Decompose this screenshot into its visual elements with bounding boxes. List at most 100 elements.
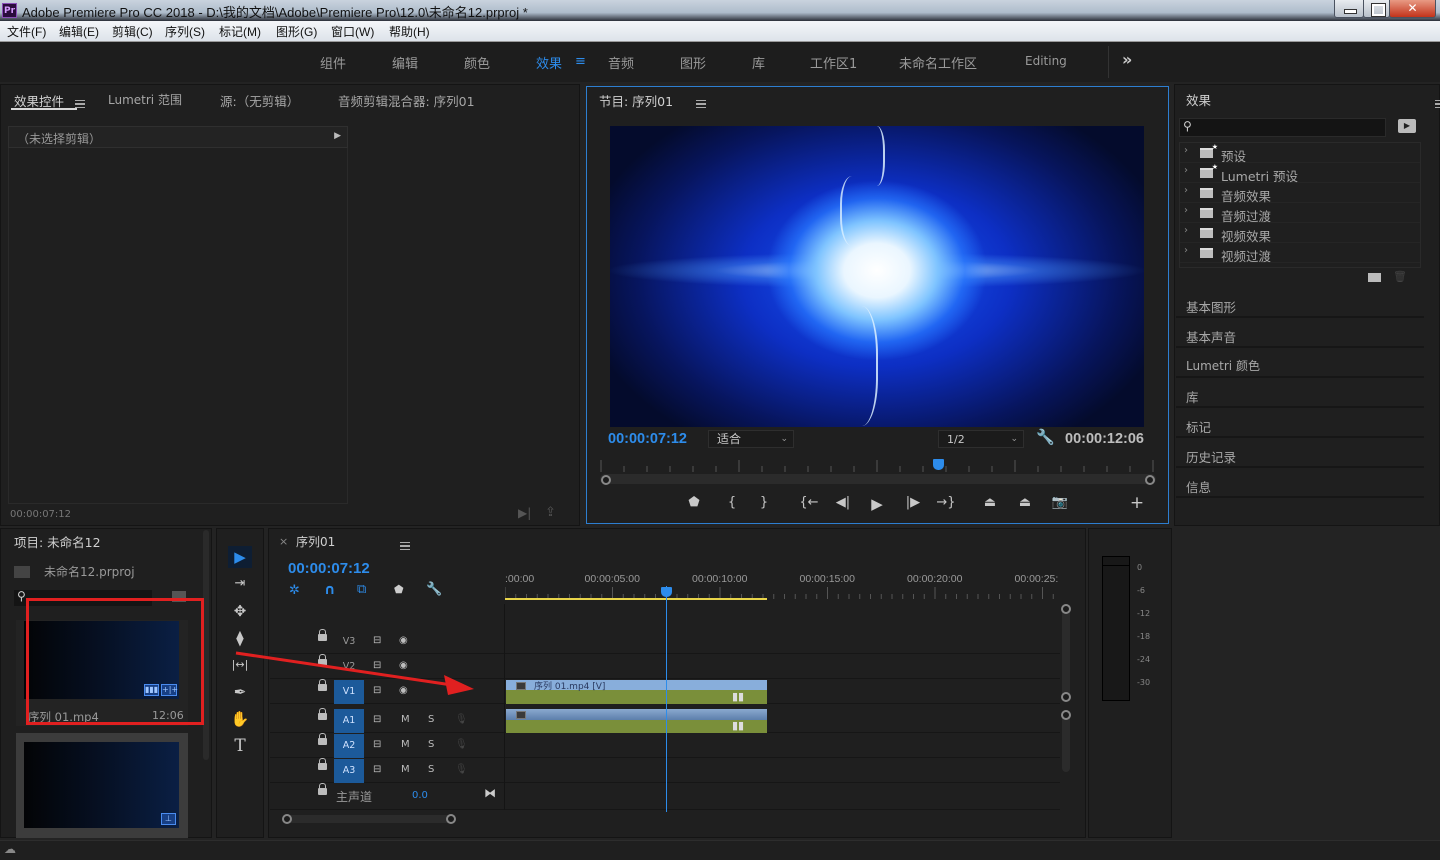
go-to-out-icon[interactable]: →}: [936, 495, 956, 510]
effects-panel-title[interactable]: 效果: [1186, 90, 1211, 109]
add-marker-icon[interactable]: ⬟: [394, 583, 404, 596]
lift-icon[interactable]: ⏏: [980, 495, 1000, 510]
panel-menu-icon[interactable]: [75, 99, 85, 108]
step-forward-icon[interactable]: |▶: [903, 495, 923, 510]
timeline-playhead[interactable]: [660, 587, 672, 597]
timeline-playhead-line[interactable]: [665, 586, 667, 812]
sync-lock-icon[interactable]: ⊟: [373, 739, 381, 750]
mute-button[interactable]: M: [401, 714, 410, 725]
expand-arrow-icon[interactable]: ›: [1184, 145, 1188, 156]
minimize-button[interactable]: [1334, 0, 1364, 18]
video-tracks-vertical-scrollbar[interactable]: [1062, 606, 1070, 701]
menu-file[interactable]: 文件(F): [7, 23, 46, 40]
mute-button[interactable]: M: [401, 764, 410, 775]
effects-folder-presets[interactable]: › 预设: [1180, 143, 1420, 164]
zoom-level-dropdown[interactable]: 适合 ⌄: [708, 430, 794, 448]
sync-lock-icon[interactable]: ⊟: [373, 714, 381, 725]
lock-icon[interactable]: [318, 629, 327, 641]
workspace-tab-editing[interactable]: 编辑: [392, 53, 418, 72]
track-name-a3[interactable]: A3: [334, 759, 364, 783]
close-button[interactable]: ✕: [1389, 0, 1436, 18]
menu-help[interactable]: 帮助(H): [389, 23, 430, 40]
track-name-a2[interactable]: A2: [334, 734, 364, 758]
filter-audio-icon[interactable]: ▶|: [518, 506, 531, 520]
h-scroll-handle-left[interactable]: [282, 814, 292, 824]
menu-marker[interactable]: 标记(M): [219, 23, 261, 40]
program-monitor-title[interactable]: 节目: 序列01: [599, 91, 673, 110]
transition-marker-icon[interactable]: ▮▮: [732, 719, 744, 732]
lock-icon[interactable]: [318, 708, 327, 720]
play-icon[interactable]: ▶: [867, 495, 887, 513]
new-bin-folder-icon[interactable]: [1368, 273, 1381, 282]
maximize-button[interactable]: [1363, 0, 1390, 18]
workspace-tab-graphics[interactable]: 图形: [680, 53, 706, 72]
work-area-bar[interactable]: [505, 598, 767, 600]
workspace-menu-icon[interactable]: ≡: [575, 54, 586, 69]
project-item-sequence[interactable]: ⊥: [16, 733, 188, 838]
workspace-tab-untitled[interactable]: 未命名工作区: [899, 53, 977, 72]
effect-controls-timecode[interactable]: 00:00:07:12: [10, 509, 71, 520]
linked-selection-icon[interactable]: ⧉: [357, 582, 366, 597]
effects-search-input[interactable]: ⚲: [1179, 118, 1386, 137]
sequence-tab[interactable]: 序列01: [296, 533, 335, 550]
timeline-settings-wrench-icon[interactable]: 🔧: [426, 582, 442, 597]
workspace-tab-effects[interactable]: 效果: [536, 53, 562, 72]
workspace-tab-color[interactable]: 颜色: [464, 53, 490, 72]
workspace-overflow-icon[interactable]: »: [1122, 50, 1132, 69]
effects-panel-menu-icon[interactable]: [1434, 99, 1440, 108]
program-monitor-menu-icon[interactable]: [695, 99, 706, 108]
program-video-frame[interactable]: [610, 126, 1144, 427]
tab-lumetri-scopes[interactable]: Lumetri 范围: [108, 91, 182, 108]
voiceover-mic-icon[interactable]: 🎙: [455, 714, 468, 725]
workspace-tab-libraries[interactable]: 库: [752, 53, 765, 72]
panel-history[interactable]: 历史记录: [1176, 440, 1424, 468]
timeline-time-ruler[interactable]: :00:00 00:00:05:00 00:00:10:00 00:00:15:00 0…: [505, 570, 1060, 602]
workspace-tab-audio[interactable]: 音频: [608, 53, 634, 72]
video-clip[interactable]: 序列 01.mp4 [V] ▮▮: [506, 680, 767, 704]
h-scroll-handle-right[interactable]: [446, 814, 456, 824]
export-frame-camera-icon[interactable]: 📷: [1050, 495, 1070, 510]
close-sequence-tab-icon[interactable]: ×: [279, 535, 288, 548]
menu-graphics[interactable]: 图形(G): [276, 23, 317, 40]
v-scroll-handle-top[interactable]: [1061, 710, 1071, 720]
audio-clip[interactable]: ▮▮: [506, 709, 767, 733]
menu-edit[interactable]: 编辑(E): [59, 23, 99, 40]
tab-audio-clip-mixer[interactable]: 音频剪辑混合器: 序列01: [338, 91, 475, 110]
program-playhead[interactable]: [933, 459, 945, 470]
go-to-in-icon[interactable]: {←: [799, 495, 819, 510]
delete-trash-icon[interactable]: 🗑: [1393, 270, 1407, 283]
master-volume-value[interactable]: 0.0: [412, 790, 428, 801]
solo-button[interactable]: S: [428, 739, 434, 750]
sync-lock-icon[interactable]: ⊟: [373, 764, 381, 775]
timeline-current-time[interactable]: 00:00:07:12: [288, 560, 370, 577]
mute-button[interactable]: M: [401, 739, 410, 750]
clip-selector[interactable]: （未选择剪辑） ▶: [8, 126, 348, 148]
timeline-horizontal-scrollbar[interactable]: [283, 815, 453, 823]
expand-arrow-icon[interactable]: ›: [1184, 205, 1188, 216]
panel-essential-sound[interactable]: 基本声音: [1176, 320, 1424, 348]
voiceover-mic-icon[interactable]: 🎙: [455, 764, 468, 775]
panel-libraries[interactable]: 库: [1176, 380, 1424, 408]
transition-marker-icon[interactable]: ▮▮: [732, 690, 744, 703]
step-back-icon[interactable]: ◀|: [833, 495, 853, 510]
export-icon[interactable]: ⇪: [545, 505, 556, 520]
expand-arrow-icon[interactable]: ›: [1184, 245, 1188, 256]
solo-button[interactable]: S: [428, 764, 434, 775]
voiceover-mic-icon[interactable]: 🎙: [455, 739, 468, 750]
menu-sequence[interactable]: 序列(S): [165, 23, 205, 40]
playback-resolution-dropdown[interactable]: 1/2 ⌄: [938, 430, 1024, 448]
solo-button[interactable]: S: [428, 714, 434, 725]
workspace-tab-workspace1[interactable]: 工作区1: [810, 53, 857, 72]
nest-toggle-icon[interactable]: ✲: [289, 583, 300, 598]
type-tool-icon[interactable]: T: [228, 735, 252, 757]
program-zoom-scrollbar[interactable]: [600, 474, 1156, 484]
expand-arrow-icon[interactable]: ›: [1184, 185, 1188, 196]
effects-folder-video-transitions[interactable]: › 视频过渡: [1180, 243, 1420, 264]
expand-arrow-icon[interactable]: ›: [1184, 165, 1188, 176]
panel-essential-graphics[interactable]: 基本图形: [1176, 290, 1424, 318]
mark-out-icon[interactable]: }: [754, 495, 774, 510]
effects-folder-audio-transitions[interactable]: › 音频过渡: [1180, 203, 1420, 224]
lock-icon[interactable]: [318, 733, 327, 745]
snap-magnet-icon[interactable]: ∩: [324, 582, 335, 598]
v-scroll-handle-bottom[interactable]: [1061, 692, 1071, 702]
